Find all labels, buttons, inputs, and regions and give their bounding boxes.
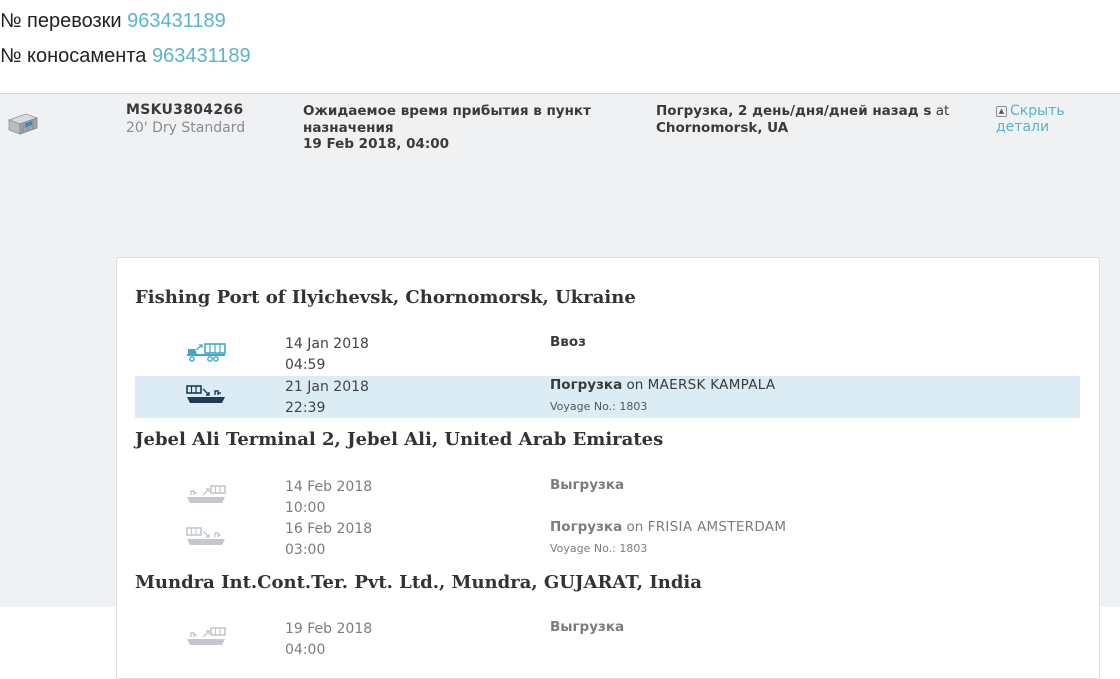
header: № перевозки 963431189 № коносамента 9634… (0, 0, 1120, 76)
event-date: 16 Feb 2018 03:00 (285, 519, 372, 561)
event-date-day: 21 Jan 2018 (285, 379, 369, 395)
event-date-time: 03:00 (285, 542, 326, 558)
event-date-time: 22:39 (285, 400, 326, 416)
event-activity: Ввоз (550, 334, 586, 350)
container-section: MSKU3804266 20' Dry Standard Ожидаемое в… (0, 93, 1120, 679)
activity-label: Ввоз (550, 334, 586, 350)
event-row: 19 Feb 2018 04:00 Выгрузка (135, 618, 1080, 660)
bol-number-link[interactable]: 963431189 (152, 45, 251, 67)
vessel-name: MAERSK KAMPALA (647, 377, 776, 393)
event-date: 21 Jan 2018 22:39 (285, 377, 369, 419)
container-icon (6, 110, 40, 140)
eta-block: Ожидаемое время прибытия в пункт назначе… (303, 103, 643, 153)
event-date: 14 Jan 2018 04:59 (285, 334, 369, 376)
on-word: on (626, 377, 644, 393)
location-name: Jebel Ali Terminal 2, Jebel Ali, United … (135, 429, 664, 450)
status-location: Chornomorsk, UA (656, 119, 789, 136)
voyage-number: Voyage No.: 1803 (550, 400, 648, 413)
status-at: at (935, 103, 950, 119)
activity-label: Выгрузка (550, 477, 625, 493)
event-row: 16 Feb 2018 03:00 Погрузка on FRISIA AMS… (135, 518, 1080, 560)
shipment-label: № перевозки (0, 10, 122, 32)
activity-label: Погрузка (550, 377, 623, 393)
vessel-load-icon (185, 527, 227, 553)
latest-status: Погрузка, 2 день/дня/дней назад s at Cho… (656, 103, 956, 136)
truck-container-icon (185, 342, 227, 368)
container-summary: MSKU3804266 20' Dry Standard Ожидаемое в… (0, 94, 1120, 162)
shipment-number-link[interactable]: 963431189 (127, 10, 226, 32)
event-activity: Выгрузка (550, 477, 624, 493)
event-activity: Погрузка on MAERSK KAMPALA (550, 377, 775, 393)
location-name: Fishing Port of Ilyichevsk, Chornomorsk,… (135, 287, 636, 308)
vessel-discharge-icon (185, 485, 227, 511)
event-date-time: 04:59 (285, 357, 326, 373)
event-date-time: 10:00 (285, 500, 326, 516)
eta-label: Ожидаемое время прибытия в пункт назначе… (303, 103, 591, 136)
bol-number-line: № коносамента 963431189 (0, 41, 1120, 76)
on-word: on (626, 519, 644, 535)
vessel-load-icon (185, 385, 227, 411)
container-type: 20' Dry Standard (126, 120, 246, 136)
activity-label: Выгрузка (550, 619, 625, 635)
event-date: 19 Feb 2018 04:00 (285, 619, 372, 661)
chevron-up-icon: ▲ (996, 106, 1007, 117)
event-date-day: 19 Feb 2018 (285, 621, 373, 637)
event-date-time: 04:00 (285, 642, 326, 658)
event-date-day: 14 Jan 2018 (285, 336, 369, 352)
vessel-name: FRISIA AMSTERDAM (647, 519, 787, 535)
event-date-day: 16 Feb 2018 (285, 521, 373, 537)
vessel-discharge-icon (185, 627, 227, 653)
voyage-number: Voyage No.: 1803 (550, 542, 648, 555)
activity-label: Погрузка (550, 519, 623, 535)
event-date-day: 14 Feb 2018 (285, 479, 373, 495)
event-row: 14 Jan 2018 04:59 Ввоз (135, 333, 1080, 375)
location-name: Mundra Int.Cont.Ter. Pvt. Ltd., Mundra, … (135, 572, 702, 593)
event-activity: Погрузка on FRISIA AMSTERDAM (550, 519, 786, 535)
container-number: MSKU3804266 (126, 102, 244, 118)
event-row-current: 21 Jan 2018 22:39 Погрузка on MAERSK KAM… (135, 376, 1080, 418)
event-date: 14 Feb 2018 10:00 (285, 477, 372, 519)
transport-plan-panel: Fishing Port of Ilyichevsk, Chornomorsk,… (116, 257, 1100, 679)
hide-details-link[interactable]: ▲ Скрыть детали (996, 103, 1120, 135)
shipment-number-line: № перевозки 963431189 (0, 6, 1120, 41)
bol-label: № коносамента (0, 45, 147, 67)
eta-time: 19 Feb 2018, 04:00 (303, 136, 450, 152)
event-row: 14 Feb 2018 10:00 Выгрузка (135, 476, 1080, 518)
event-activity: Выгрузка (550, 619, 624, 635)
status-text: Погрузка, 2 день/дня/дней назад s (656, 103, 932, 119)
